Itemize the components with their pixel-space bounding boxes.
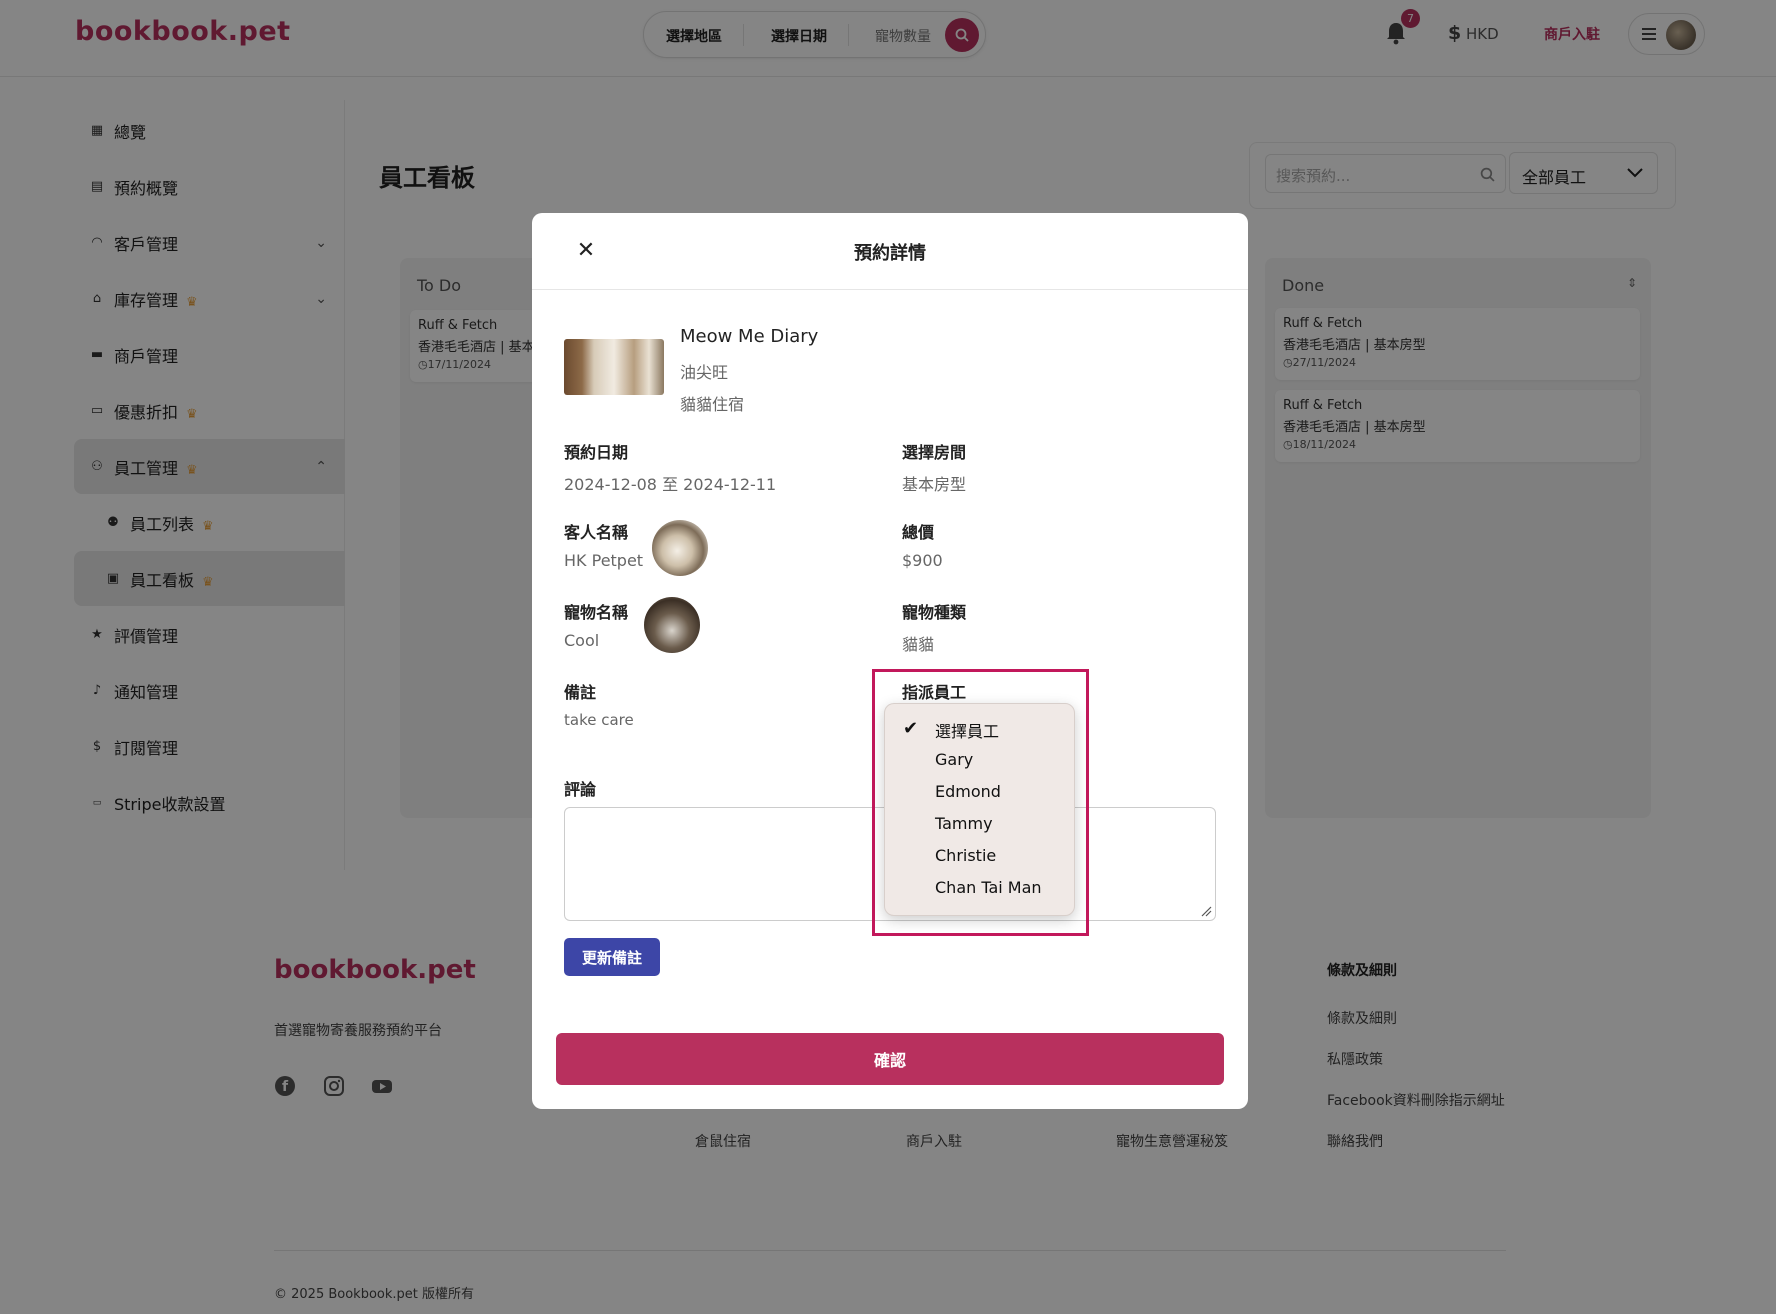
staff-option[interactable]: Gary xyxy=(885,744,1076,776)
close-icon[interactable]: ✕ xyxy=(572,237,600,265)
staff-option[interactable]: Chan Tai Man xyxy=(885,872,1076,904)
pet-type-value: 貓貓 xyxy=(902,635,935,654)
confirm-button[interactable]: 確認 xyxy=(556,1033,1224,1085)
booking-detail-modal: 預約詳情 ✕ Meow Me Diary 油尖旺 貓貓住宿 預約日期 2024-… xyxy=(532,213,1248,1109)
comment-label: 評論 xyxy=(564,780,597,799)
customer-label: 客人名稱 xyxy=(564,523,629,542)
note-value: take care xyxy=(564,711,634,729)
total-label: 總價 xyxy=(902,523,935,542)
customer-value: HK Petpet xyxy=(564,551,644,570)
shop-type: 貓貓住宿 xyxy=(680,395,745,414)
total-value: $900 xyxy=(902,551,943,570)
modal-header: 預約詳情 ✕ xyxy=(532,213,1248,290)
modal-title: 預約詳情 xyxy=(854,243,926,264)
staff-option[interactable]: Tammy xyxy=(885,808,1076,840)
resize-handle-icon[interactable] xyxy=(1200,905,1212,917)
shop-thumbnail xyxy=(564,339,664,395)
staff-option[interactable]: Christie xyxy=(885,840,1076,872)
assign-staff-dropdown[interactable]: ✔ 選擇員工 Gary Edmond Tammy Christie Chan T… xyxy=(884,703,1075,916)
room-label: 選擇房間 xyxy=(902,443,967,462)
shop-name: Meow Me Diary xyxy=(680,326,819,347)
booking-date-label: 預約日期 xyxy=(564,443,629,462)
pet-type-label: 寵物種類 xyxy=(902,603,967,622)
pet-photo xyxy=(644,597,700,653)
booking-date-value: 2024-12-08 至 2024-12-11 xyxy=(564,475,777,494)
note-label: 備註 xyxy=(564,683,597,702)
shop-area: 油尖旺 xyxy=(680,363,729,382)
staff-option[interactable]: Edmond xyxy=(885,776,1076,808)
checkmark-icon: ✔ xyxy=(903,718,919,739)
pet-name-value: Cool xyxy=(564,631,600,650)
customer-avatar xyxy=(652,520,708,576)
update-note-button[interactable]: 更新備註 xyxy=(564,938,660,976)
room-value: 基本房型 xyxy=(902,475,967,494)
staff-option-placeholder[interactable]: ✔ 選擇員工 xyxy=(885,712,1076,744)
pet-name-label: 寵物名稱 xyxy=(564,603,629,622)
